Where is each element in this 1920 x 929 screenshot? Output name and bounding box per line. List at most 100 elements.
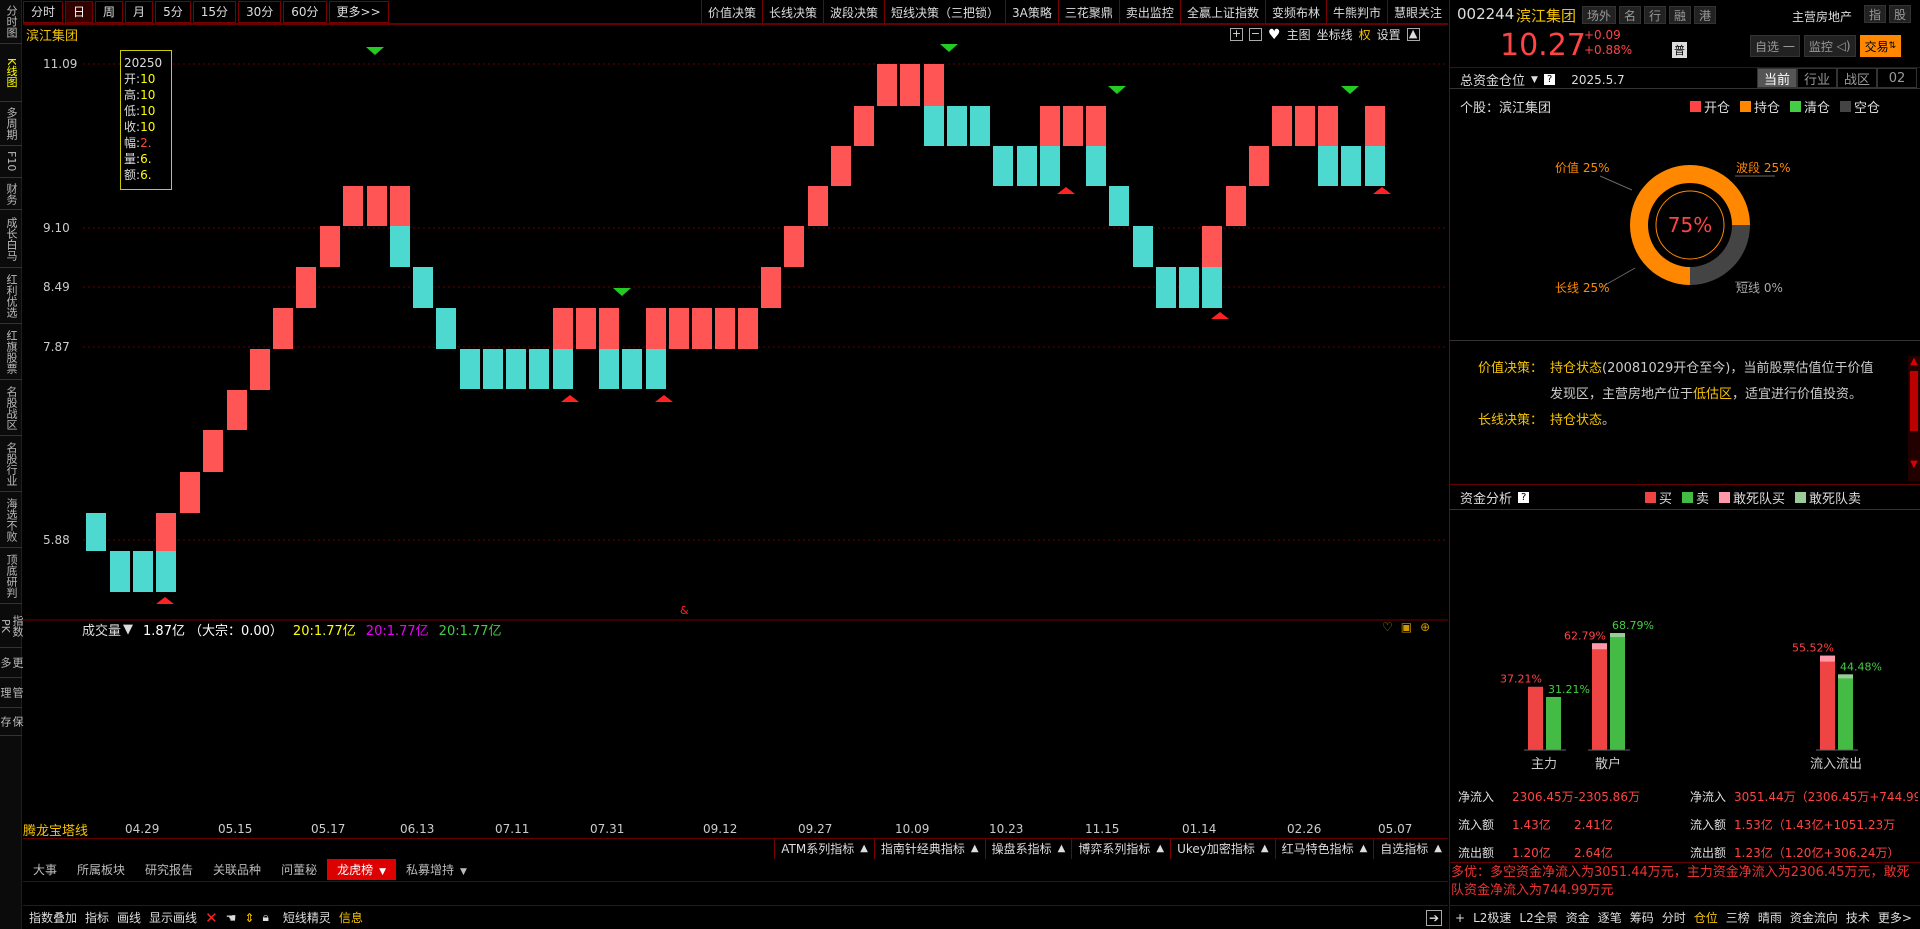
left-tab-10[interactable]: 海选不败 [0,492,22,548]
chip-1[interactable]: 名 [1619,6,1642,24]
strategy-tab-0[interactable]: 价值决策 [700,0,762,24]
left-tab-3[interactable]: F10 [0,146,22,178]
short-genie-button[interactable]: 短线精灵 [283,909,331,926]
strategy-tab-2[interactable]: 波段决策 [823,0,884,24]
indicator-tab-1[interactable]: 指南针经典指标 ▲ [873,838,985,859]
scroll-up-icon[interactable]: ▲ [1908,356,1920,367]
position-tab-3[interactable]: 02 [1877,68,1917,88]
right-bottom-tab-11[interactable]: 更多> [1878,909,1912,926]
info-tab-2[interactable]: 研究报告 [135,859,203,880]
right-bottom-tab-4[interactable]: 筹码 [1630,909,1654,926]
minus-icon[interactable]: − [1249,28,1262,41]
info-tab-4[interactable]: 问董秘 [271,859,327,880]
watchlist-button[interactable]: 自选 一 [1750,35,1800,57]
lock-icon[interactable]: 🔒︎ [262,910,268,925]
close-icon[interactable]: ✕ [205,909,218,927]
indicator-label[interactable]: 腾龙宝塔线 [23,820,91,839]
index-button[interactable]: 指 [1864,5,1887,23]
info-tab-6[interactable]: 私募增持 ▼ [396,859,477,880]
strategy-tab-9[interactable]: 牛熊判市 [1325,0,1387,24]
period-tab-1[interactable]: 日 [65,0,94,23]
period-tab-5[interactable]: 15分 [192,0,236,23]
strategy-tab-4[interactable]: 3A策略 [1005,0,1058,24]
volume-title[interactable]: 成交量 [82,620,121,639]
chip-2[interactable]: 行 [1644,6,1667,24]
left-tab-8[interactable]: 名股战区 [0,380,22,436]
right-bottom-tab-6[interactable]: 仓位 [1694,909,1718,926]
show-draw-button[interactable]: 显示画线 [149,909,197,926]
strategy-tab-3[interactable]: 短线决策（三把锁） [884,0,1005,24]
monitor-button[interactable]: 监控 ◁) [1803,35,1856,57]
scroll-thumb[interactable] [1910,371,1918,431]
chip-0[interactable]: 场外 [1582,6,1617,24]
left-tab-7[interactable]: 红旗股票 [0,324,22,380]
scrollbar[interactable]: ▲ ▼ [1908,356,1920,481]
right-bottom-tab-3[interactable]: 逐笔 [1598,909,1622,926]
indicator-tab-0[interactable]: ATM系列指标 ▲ [774,838,874,859]
right-bottom-tab-5[interactable]: 分时 [1662,909,1686,926]
left-tab-2[interactable]: 多周期 [0,102,22,146]
right-bottom-tab-9[interactable]: 资金流向 [1790,909,1838,926]
indicator-tab-3[interactable]: 博弈系列指标 ▲ [1071,838,1170,859]
zoom-icon[interactable]: ⊕ [1420,620,1430,634]
overlay-button[interactable]: 指数叠加 [29,909,77,926]
indicator-tab-6[interactable]: 自选指标 ▲ [1373,838,1448,859]
right-bottom-tab-8[interactable]: 晴雨 [1758,909,1782,926]
right-bottom-tab-2[interactable]: 资金 [1566,909,1590,926]
right-bottom-tab-1[interactable]: L2全景 [1519,909,1557,926]
left-tab-0[interactable]: 分时图 [0,0,22,44]
plus-icon[interactable]: + [1455,911,1465,925]
collapse-icon[interactable]: ▲ [1406,28,1420,41]
left-tab-12[interactable]: 指数PK [0,604,24,648]
left-tab-9[interactable]: 名股行业 [0,436,22,492]
strategy-tab-5[interactable]: 三花聚鼎 [1057,0,1119,24]
position-tab-2[interactable]: 战区 [1837,68,1877,88]
left-tab-6[interactable]: 红利优选 [0,268,22,324]
info-tab-0[interactable]: 大事 [23,859,67,880]
favorite-icon[interactable]: ♡ [1382,620,1393,634]
info-tab-3[interactable]: 关联品种 [203,859,271,880]
updown-icon[interactable]: ⇕ [244,911,254,925]
chip-4[interactable]: 港 [1694,6,1717,24]
left-tab-15[interactable]: 保存 [0,708,24,736]
period-tab-3[interactable]: 月 [125,0,154,23]
info-button[interactable]: 信息 [339,909,363,926]
right-bottom-tab-10[interactable]: 技术 [1846,909,1870,926]
period-tab-2[interactable]: 周 [95,0,124,23]
strategy-tab-10[interactable]: 慧眼关注 [1386,0,1448,24]
indicator-tab-4[interactable]: Ukey加密指标 ▲ [1170,838,1275,859]
kline-chart[interactable]: 11.099.108.497.875.88&8.76亿5.48亿2.19亿 [23,24,1448,624]
tool-settings[interactable]: 设置 [1377,26,1401,43]
position-title[interactable]: 总资金仓位 [1460,70,1525,89]
add-icon[interactable]: + [1230,28,1243,41]
scroll-down-icon[interactable]: ▼ [1908,459,1920,470]
strategy-tab-6[interactable]: 卖出监控 [1118,0,1180,24]
info-tab-1[interactable]: 所属板块 [67,859,135,880]
strategy-tab-7[interactable]: 全赢上证指数 [1179,0,1265,24]
trade-button[interactable]: 交易 ⇅ [1859,35,1902,57]
left-tab-11[interactable]: 顶底研判 [0,548,22,604]
chip-3[interactable]: 融 [1669,6,1692,24]
help-icon[interactable]: ? [1518,492,1530,503]
right-bottom-tab-0[interactable]: L2极速 [1473,909,1511,926]
period-tab-0[interactable]: 分时 [23,0,64,23]
dropdown-icon[interactable]: ▼ [123,622,133,637]
heart-icon[interactable]: ♥ [1268,27,1281,43]
stock-button[interactable]: 股 [1889,5,1912,23]
indicator-tab-2[interactable]: 操盘系指标 ▲ [984,838,1072,859]
hand-icon[interactable]: ☚ [226,911,237,925]
left-tab-1[interactable]: K线图 [0,44,22,102]
indicator-button[interactable]: 指标 [85,909,109,926]
draw-button[interactable]: 画线 [117,909,141,926]
position-tab-0[interactable]: 当前 [1757,68,1797,88]
indicator-tab-5[interactable]: 红马特色指标 ▲ [1274,838,1374,859]
period-tab-6[interactable]: 30分 [237,0,282,23]
period-tab-7[interactable]: 60分 [283,0,327,23]
strategy-tab-1[interactable]: 长线决策 [762,0,823,24]
strategy-tab-8[interactable]: 变频布林 [1264,0,1326,24]
position-tab-1[interactable]: 行业 [1797,68,1837,88]
arrow-right-icon[interactable]: ➔ [1425,909,1442,926]
left-tab-4[interactable]: 财务 [0,178,22,210]
tool-axis[interactable]: 坐标线 [1317,26,1353,43]
left-tab-13[interactable]: 更多 [0,648,24,678]
